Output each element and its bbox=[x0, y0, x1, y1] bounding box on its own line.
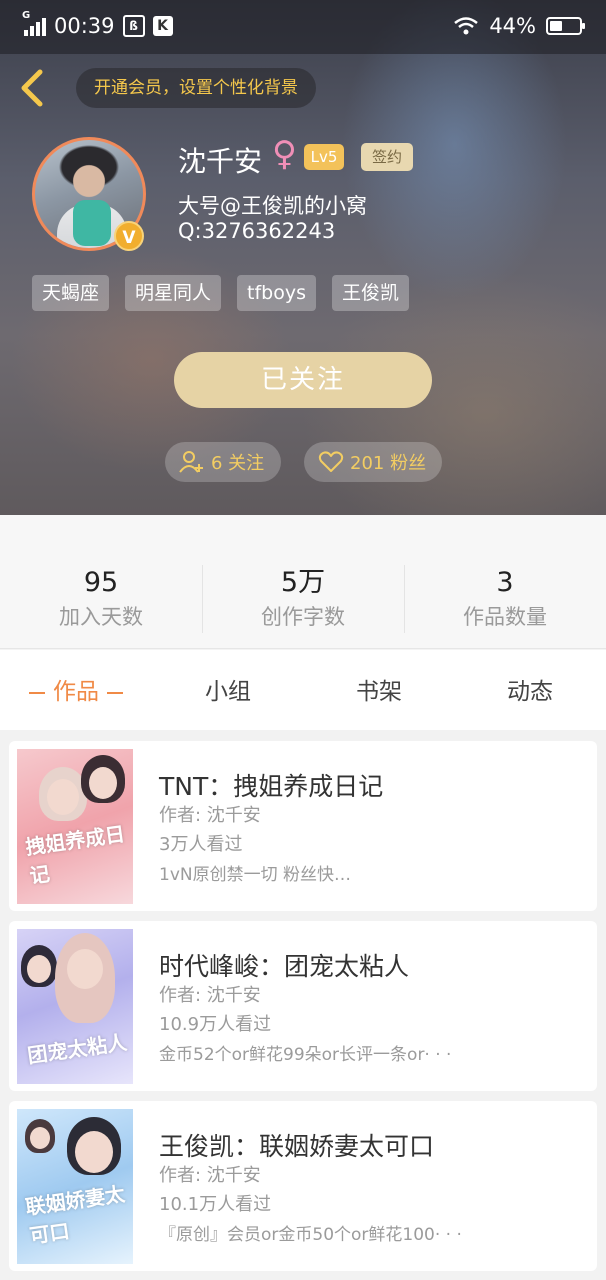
signed-badge: 签约 bbox=[361, 143, 413, 171]
tab-label: 动态 bbox=[507, 679, 553, 705]
tab-activity[interactable]: 动态 bbox=[454, 650, 606, 730]
work-views: 10.1万人看过 bbox=[159, 1194, 272, 1215]
work-card[interactable]: 拽姐养成日记 TNT：拽姐养成日记 作者: 沈千安 3万人看过 1vN原创禁一切… bbox=[9, 741, 597, 911]
work-author: 作者: 沈千安 bbox=[159, 985, 261, 1006]
user-qq: Q:3276362243 bbox=[178, 219, 336, 243]
cover-title: 拽姐养成日记 bbox=[24, 821, 127, 889]
tag-list: 天蝎座 明星同人 tfboys 王俊凯 bbox=[32, 275, 410, 311]
work-views: 10.9万人看过 bbox=[159, 1014, 272, 1035]
tag-item[interactable]: 天蝎座 bbox=[32, 275, 110, 311]
work-description: 『原创』会员or金币50个or鲜花100· · · bbox=[159, 1225, 462, 1245]
work-author: 作者: 沈千安 bbox=[159, 805, 261, 826]
stat-words: 5万 创作字数 bbox=[202, 567, 404, 631]
fans-count-button[interactable]: 201 粉丝 bbox=[304, 442, 442, 482]
tab-label: 作品 bbox=[53, 679, 99, 705]
network-type: G bbox=[22, 10, 31, 21]
app-notification-icon: ß bbox=[122, 15, 145, 37]
tab-label: 书架 bbox=[356, 679, 402, 705]
status-bar: G 00:39 ß K 44% bbox=[0, 0, 606, 54]
tab-works[interactable]: 作品 bbox=[0, 650, 152, 730]
work-description: 1vN原创禁一切 粉丝快… bbox=[159, 865, 351, 885]
tag-item[interactable]: 王俊凯 bbox=[332, 275, 410, 311]
back-button[interactable] bbox=[14, 66, 54, 110]
stat-label: 作品数量 bbox=[463, 605, 547, 629]
battery-percent: 44% bbox=[489, 14, 536, 38]
stat-days: 95 加入天数 bbox=[0, 567, 202, 631]
avatar[interactable]: V bbox=[32, 137, 146, 251]
battery-level bbox=[550, 21, 562, 31]
work-card[interactable]: 联姻娇妻太可口 王俊凯：联姻娇妻太可口 作者: 沈千安 10.1万人看过 『原创… bbox=[9, 1101, 597, 1271]
add-user-icon bbox=[179, 451, 203, 473]
work-title: TNT：拽姐养成日记 bbox=[159, 772, 384, 801]
tag-item[interactable]: tfboys bbox=[237, 275, 316, 311]
user-alias: 大号@王俊凯的小窝 bbox=[178, 194, 367, 218]
female-icon: ♀ bbox=[272, 134, 297, 174]
work-title: 王俊凯：联姻娇妻太可口 bbox=[159, 1132, 435, 1161]
tab-bar: 作品 小组 书架 动态 bbox=[0, 650, 606, 730]
work-author: 作者: 沈千安 bbox=[159, 1165, 261, 1186]
wifi-icon bbox=[454, 17, 479, 35]
stat-label: 加入天数 bbox=[59, 605, 143, 629]
book-cover: 团宠太粘人 bbox=[17, 929, 133, 1084]
book-cover: 拽姐养成日记 bbox=[17, 749, 133, 904]
battery-icon bbox=[546, 17, 585, 35]
signal-icon: G bbox=[22, 10, 46, 36]
level-badge: Lv5 bbox=[304, 144, 344, 170]
heart-icon bbox=[318, 451, 344, 472]
works-list: 拽姐养成日记 TNT：拽姐养成日记 作者: 沈千安 3万人看过 1vN原创禁一切… bbox=[0, 730, 606, 1280]
stat-works: 3 作品数量 bbox=[404, 567, 606, 631]
verified-badge: V bbox=[114, 221, 144, 251]
stats-bar: 95 加入天数 5万 创作字数 3 作品数量 bbox=[0, 515, 606, 649]
stat-value: 95 bbox=[83, 567, 119, 598]
vip-banner[interactable]: 开通会员，设置个性化背景 bbox=[76, 68, 316, 108]
k-app-icon: K bbox=[152, 16, 173, 36]
following-count-button[interactable]: 6 关注 bbox=[165, 442, 281, 482]
tab-label: 小组 bbox=[205, 679, 251, 705]
stat-label: 创作字数 bbox=[261, 605, 345, 629]
tab-bookshelf[interactable]: 书架 bbox=[303, 650, 455, 730]
stat-value: 5万 bbox=[280, 567, 326, 598]
following-label: 6 关注 bbox=[211, 453, 265, 474]
work-description: 金币52个or鲜花99朵or长评一条or· · · bbox=[159, 1045, 452, 1065]
stat-value: 3 bbox=[496, 567, 514, 598]
work-card[interactable]: 团宠太粘人 时代峰峻：团宠太粘人 作者: 沈千安 10.9万人看过 金币52个o… bbox=[9, 921, 597, 1091]
user-name: 沈千安 bbox=[178, 145, 263, 178]
cover-title: 联姻娇妻太可口 bbox=[24, 1181, 127, 1249]
work-title: 时代峰峻：团宠太粘人 bbox=[159, 952, 410, 981]
work-views: 3万人看过 bbox=[159, 834, 243, 855]
chevron-left-icon bbox=[21, 69, 43, 107]
tag-item[interactable]: 明星同人 bbox=[125, 275, 222, 311]
fans-label: 201 粉丝 bbox=[350, 453, 427, 474]
tab-groups[interactable]: 小组 bbox=[152, 650, 304, 730]
clock: 00:39 bbox=[54, 14, 115, 38]
profile-header: G 00:39 ß K 44% 开通会员，设置个性化背景 V 沈千安 ♀ Lv5… bbox=[0, 0, 606, 515]
cover-title: 团宠太粘人 bbox=[26, 1030, 129, 1068]
book-cover: 联姻娇妻太可口 bbox=[17, 1109, 133, 1264]
follow-button[interactable]: 已关注 bbox=[174, 352, 432, 408]
